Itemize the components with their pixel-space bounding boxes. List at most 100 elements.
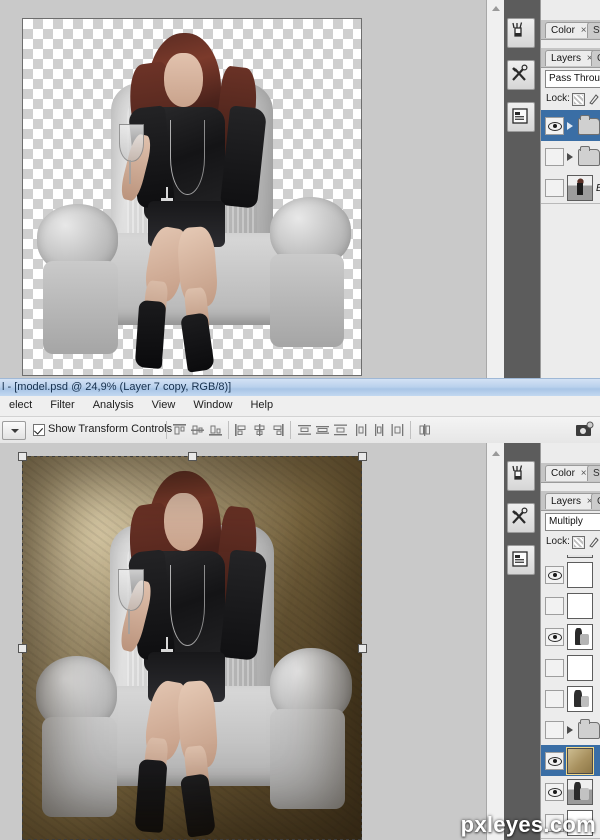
bottom-layers-list[interactable] (541, 555, 600, 840)
tab-channels[interactable]: C (591, 50, 600, 66)
folder-icon (578, 719, 600, 739)
chevron-right-icon[interactable] (567, 153, 573, 161)
blend-mode-select[interactable]: Pass Through (545, 70, 600, 88)
launch-bridge-icon[interactable] (575, 421, 595, 439)
top-composition (23, 19, 361, 375)
histogram-glyph (512, 551, 528, 567)
menu-filter[interactable]: Filter (41, 396, 83, 414)
chevron-right-icon[interactable] (567, 122, 573, 130)
table-row[interactable] (541, 590, 600, 622)
tab-swatches[interactable]: Sw (587, 22, 600, 38)
lock-image-pixels-icon[interactable] (588, 535, 600, 551)
window-titlebar[interactable]: l - [model.psd @ 24,9% (Layer 7 copy, RG… (0, 378, 600, 397)
layer-visibility-toggle[interactable] (545, 566, 564, 584)
crossed-tools-glyph (512, 64, 528, 81)
lock-image-pixels-icon[interactable] (588, 92, 600, 108)
lock-transparent-pixels-icon[interactable] (572, 93, 585, 106)
layer-visibility-toggle[interactable] (545, 752, 564, 770)
align-right-edges-icon[interactable] (270, 423, 285, 437)
layer-visibility-toggle[interactable] (545, 179, 564, 197)
table-row[interactable] (541, 621, 600, 653)
auto-align-layers-icon[interactable] (417, 423, 432, 437)
transform-handle-tl[interactable] (18, 452, 27, 461)
tab-color-label: Color (551, 468, 575, 479)
table-row[interactable] (541, 141, 600, 173)
table-row[interactable] (541, 683, 600, 715)
histogram-panel-icon[interactable] (507, 545, 535, 575)
distribute-left-edges-icon[interactable] (354, 423, 369, 437)
tab-swatches[interactable]: Sw (587, 465, 600, 481)
table-row[interactable] (541, 745, 600, 777)
tab-color[interactable]: Color × (545, 22, 593, 38)
distribute-top-edges-icon[interactable] (297, 423, 312, 437)
table-row[interactable] (541, 559, 600, 591)
top-panel-group: Color × Sw Layers × C Pass Through Lock: (540, 0, 600, 378)
close-icon[interactable]: × (581, 25, 587, 36)
align-top-edges-icon[interactable] (172, 423, 187, 437)
brushes-panel-icon[interactable] (507, 18, 535, 48)
tab-swatches-label: Sw (593, 25, 600, 36)
transform-handle-tr[interactable] (358, 452, 367, 461)
menu-view[interactable]: View (143, 396, 185, 414)
brushes-panel-icon[interactable] (507, 461, 535, 491)
distribute-vertical-centers-icon[interactable] (315, 423, 330, 437)
top-document-window (0, 0, 486, 378)
menu-analysis[interactable]: Analysis (84, 396, 143, 414)
show-transform-controls-checkbox[interactable] (33, 424, 45, 436)
table-row[interactable] (541, 110, 600, 142)
blend-mode-select[interactable]: Multiply (545, 513, 600, 531)
top-layers-list[interactable]: Ba (541, 110, 600, 378)
distribute-right-edges-icon[interactable] (390, 423, 405, 437)
tab-channels[interactable]: C (591, 493, 600, 509)
table-row[interactable] (541, 714, 600, 746)
menu-window[interactable]: Window (184, 396, 241, 414)
layer-thumbnail-partial (567, 555, 593, 558)
top-scroll-column[interactable] (486, 0, 506, 378)
brushes-glyph (512, 465, 523, 480)
model-figure-top (104, 33, 287, 373)
top-canvas[interactable] (22, 18, 362, 376)
align-vertical-centers-icon[interactable] (190, 423, 205, 437)
transform-handle-mr[interactable] (358, 644, 367, 653)
layer-thumbnail (566, 747, 594, 775)
menu-help[interactable]: Help (241, 396, 282, 414)
folder-icon (578, 146, 600, 166)
layer-visibility-toggle[interactable] (545, 783, 564, 801)
transform-handle-tc[interactable] (188, 452, 197, 461)
tool-presets-panel-icon[interactable] (507, 60, 535, 90)
align-horizontal-centers-icon[interactable] (252, 423, 267, 437)
chevron-right-icon[interactable] (567, 726, 573, 734)
layer-visibility-toggle[interactable] (545, 721, 564, 739)
layer-visibility-toggle[interactable] (545, 659, 564, 677)
distribute-horizontal-centers-icon[interactable] (372, 423, 387, 437)
histogram-panel-icon[interactable] (507, 102, 535, 132)
layers-tabstrip: Layers × C (541, 491, 600, 511)
layers-tabstrip: Layers × C (541, 48, 600, 68)
menubar[interactable]: elect Filter Analysis View Window Help (0, 396, 600, 417)
tool-preset-picker[interactable] (2, 421, 26, 440)
layer-visibility-toggle[interactable] (545, 690, 564, 708)
bottom-composition (22, 456, 362, 840)
table-row[interactable] (541, 652, 600, 684)
layer-thumbnail (567, 175, 593, 201)
menu-select[interactable]: elect (0, 396, 41, 414)
tab-color[interactable]: Color × (545, 465, 593, 481)
color-tabstrip: Color × Sw (541, 463, 600, 483)
align-bottom-edges-icon[interactable] (208, 423, 223, 437)
align-left-edges-icon[interactable] (234, 423, 249, 437)
layer-visibility-toggle[interactable] (545, 117, 564, 135)
layer-visibility-toggle[interactable] (545, 597, 564, 615)
layer-visibility-toggle[interactable] (545, 628, 564, 646)
distribute-bottom-edges-icon[interactable] (333, 423, 348, 437)
tool-presets-panel-icon[interactable] (507, 503, 535, 533)
table-row[interactable]: Ba (541, 172, 600, 204)
bottom-dock-strip (504, 443, 540, 840)
transform-handle-ml[interactable] (18, 644, 27, 653)
table-row[interactable] (541, 776, 600, 808)
bottom-scroll-column[interactable] (486, 443, 506, 840)
lock-transparent-pixels-icon[interactable] (572, 536, 585, 549)
layer-visibility-toggle[interactable] (545, 148, 564, 166)
tab-swatches-label: Sw (593, 468, 600, 479)
close-icon[interactable]: × (581, 468, 587, 479)
bottom-canvas[interactable] (22, 456, 362, 840)
